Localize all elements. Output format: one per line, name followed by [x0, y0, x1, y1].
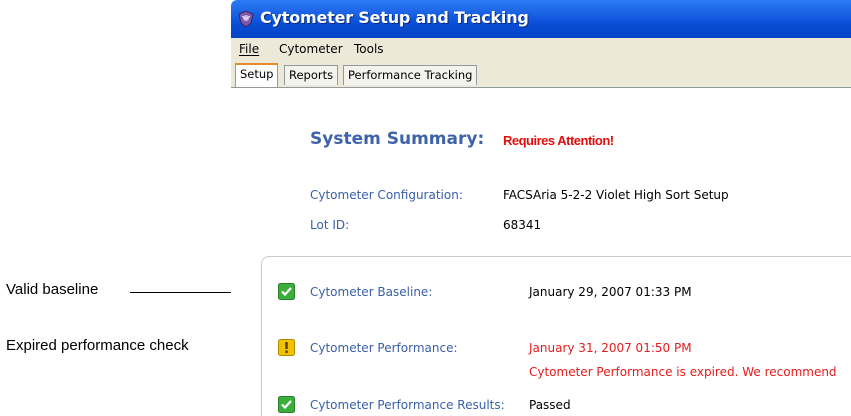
check-icon	[278, 283, 295, 300]
menu-file[interactable]: File	[239, 42, 259, 56]
system-summary-title: System Summary:	[310, 129, 485, 149]
cytometer-performance-results-value: Passed	[529, 398, 571, 412]
tab-bar: Setup Reports Performance Tracking	[231, 62, 851, 88]
menu-cytometer[interactable]: Cytometer	[279, 42, 343, 56]
tab-reports[interactable]: Reports	[284, 65, 339, 85]
cytometer-performance-label: Cytometer Performance:	[310, 341, 458, 355]
status-panel	[261, 256, 851, 416]
system-status: Requires Attention!	[503, 133, 614, 148]
window-title: Cytometer Setup and Tracking	[260, 8, 529, 27]
cytometer-performance-results-label: Cytometer Performance Results:	[310, 398, 505, 412]
setup-tab-content: System Summary: Requires Attention! Cyto…	[231, 88, 851, 416]
callout-expired-performance: Expired performance check	[6, 337, 189, 354]
cytometer-performance-value: January 31, 2007 01:50 PM	[529, 341, 692, 355]
menu-tools[interactable]: Tools	[354, 42, 384, 56]
cytometer-configuration-value: FACSAria 5-2-2 Violet High Sort Setup	[503, 188, 729, 202]
lot-id-label: Lot ID:	[310, 218, 350, 232]
cytometer-baseline-label: Cytometer Baseline:	[310, 285, 433, 299]
cytometer-performance-message: Cytometer Performance is expired. We rec…	[529, 365, 837, 379]
cytometer-configuration-label: Cytometer Configuration:	[310, 188, 463, 202]
menu-bar: File Cytometer Tools	[231, 38, 851, 63]
app-window: Cytometer Setup and Tracking File Cytome…	[231, 0, 851, 416]
lot-id-value: 68341	[503, 218, 542, 232]
tab-performance-tracking[interactable]: Performance Tracking	[343, 65, 478, 85]
warning-icon	[278, 339, 295, 356]
cytometer-baseline-value: January 29, 2007 01:33 PM	[529, 285, 692, 299]
callout-valid-baseline: Valid baseline	[6, 281, 99, 298]
check-icon	[278, 396, 295, 413]
app-icon	[238, 10, 254, 28]
title-bar[interactable]: Cytometer Setup and Tracking	[231, 0, 851, 38]
tab-setup[interactable]: Setup	[235, 63, 279, 87]
